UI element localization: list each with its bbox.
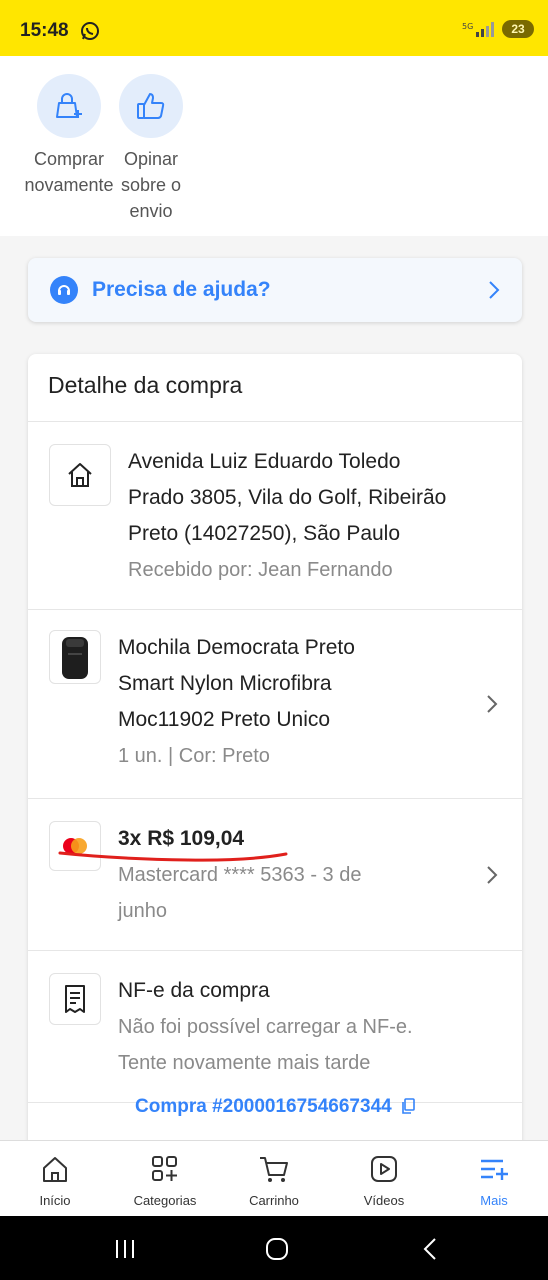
card-info-line-2: junho: [118, 900, 167, 922]
menu-plus-icon: [444, 1153, 544, 1185]
system-navigation-bar: [0, 1216, 548, 1280]
nav-item-categorias[interactable]: Categorias: [115, 1153, 215, 1208]
support-icon: [50, 276, 78, 304]
home-button-icon[interactable]: [264, 1236, 290, 1262]
thumbs-up-icon: [119, 74, 183, 138]
nav-item-carrinho[interactable]: Carrinho: [224, 1153, 324, 1208]
address-line-1: Avenida Luiz Eduardo Toledo: [128, 450, 401, 473]
whatsapp-icon: [81, 22, 99, 40]
nav-label-categorias: Categorias: [133, 1193, 197, 1208]
product-name-line-1: Mochila Democrata Preto: [118, 636, 355, 659]
home-icon: [49, 444, 111, 506]
back-icon[interactable]: [418, 1236, 444, 1262]
payment-row[interactable]: 3x R$ 109,04 Mastercard **** 5363 - 3 de…: [28, 799, 522, 951]
address-line-2: Prado 3805, Vila do Golf, Ribeirão: [128, 486, 447, 509]
recent-apps-icon[interactable]: [112, 1236, 138, 1262]
nav-item-videos[interactable]: Vídeos: [334, 1153, 434, 1208]
nav-label-mais: Mais: [480, 1193, 508, 1208]
invoice-row: NF-e da compra Não foi possível carregar…: [28, 951, 522, 1103]
svg-text:5G: 5G: [462, 22, 473, 31]
status-indicators: 5G 23: [462, 20, 534, 38]
signal-icon: 5G: [462, 22, 494, 37]
status-time: 15:48: [20, 20, 69, 41]
chevron-right-icon: [487, 866, 498, 884]
rate-shipping-label: Opinar sobre o envio: [120, 149, 182, 221]
nav-item-inicio[interactable]: Início: [5, 1153, 105, 1208]
nav-item-mais[interactable]: Mais: [444, 1153, 544, 1208]
rate-shipping-button[interactable]: Opinar sobre o envio: [96, 74, 206, 224]
invoice-title: NF-e da compra: [118, 979, 270, 1002]
address-line-3: Preto (14027250), São Paulo: [128, 522, 401, 545]
bottom-navigation: Início Categorias Carrinho Vídeos Mais: [0, 1140, 548, 1216]
invoice-text: NF-e da compra Não foi possível carregar…: [118, 973, 480, 1081]
detail-title: Detalhe da compra: [28, 354, 522, 422]
help-label: Precisa de ajuda?: [92, 278, 271, 301]
invoice-error-line-2: Tente novamente mais tarde: [118, 1052, 371, 1074]
order-number: Compra #2000016754667344: [135, 1096, 392, 1117]
purchase-detail-card: Detalhe da compra Avenida Luiz Eduardo T…: [28, 354, 522, 1140]
nav-label-videos: Vídeos: [363, 1193, 405, 1208]
chevron-right-icon: [487, 695, 498, 713]
video-icon: [334, 1153, 434, 1185]
help-card[interactable]: Precisa de ajuda?: [28, 258, 522, 322]
battery-indicator: 23: [502, 20, 534, 38]
status-bar: 15:48 5G 23: [0, 0, 548, 56]
product-row[interactable]: Mochila Democrata Preto Smart Nylon Micr…: [28, 610, 522, 799]
copy-icon[interactable]: [401, 1098, 415, 1114]
address-row: Avenida Luiz Eduardo Toledo Prado 3805, …: [28, 422, 522, 610]
categories-icon: [115, 1153, 215, 1185]
product-name-line-2: Smart Nylon Microfibra: [118, 672, 332, 695]
invoice-error-line-1: Não foi possível carregar a NF-e.: [118, 1016, 413, 1038]
received-by: Recebido por: Jean Fernando: [128, 559, 393, 581]
product-thumbnail: [49, 630, 101, 684]
address-text: Avenida Luiz Eduardo Toledo Prado 3805, …: [128, 444, 480, 588]
chevron-right-icon: [489, 281, 500, 299]
product-meta: 1 un. | Cor: Preto: [118, 745, 270, 767]
cart-icon: [224, 1153, 324, 1185]
order-number-link[interactable]: Compra #2000016754667344: [28, 1096, 522, 1118]
product-text: Mochila Democrata Preto Smart Nylon Micr…: [118, 630, 480, 774]
nav-label-inicio: Início: [39, 1193, 71, 1208]
product-name-line-3: Moc11902 Preto Unico: [118, 708, 331, 731]
payment-text: 3x R$ 109,04 Mastercard **** 5363 - 3 de…: [118, 821, 480, 929]
receipt-icon: [49, 973, 101, 1025]
nav-label-carrinho: Carrinho: [249, 1193, 299, 1208]
bag-plus-icon: [37, 74, 101, 138]
red-underline-annotation: [58, 851, 288, 862]
home-icon: [5, 1153, 105, 1185]
scroll-content[interactable]: Comprar novamente Opinar sobre o envio P…: [0, 56, 548, 1140]
